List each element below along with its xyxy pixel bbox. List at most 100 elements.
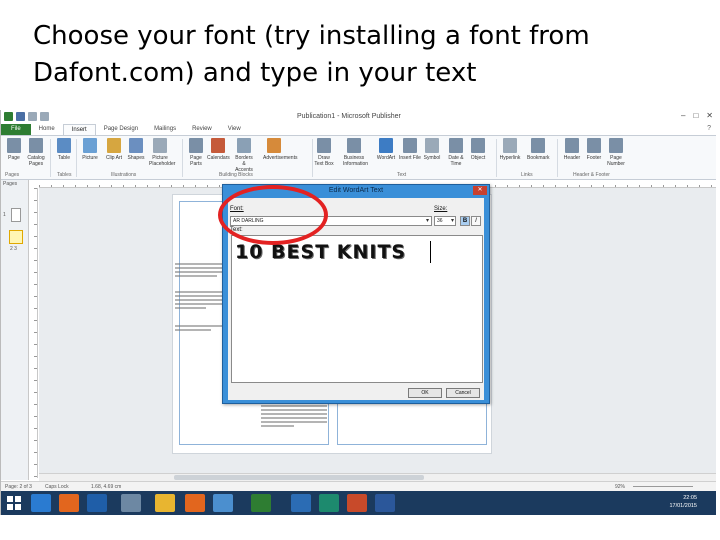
ribbon-button-label: Object <box>470 155 486 161</box>
page-number-1: 1 <box>3 212 6 218</box>
ribbon-button-10[interactable]: Advertisements <box>263 138 297 161</box>
powerpoint-icon[interactable] <box>347 494 367 512</box>
ribbon-button-label: Page Parts <box>190 155 202 167</box>
status-bar: Page: 2 of 3 Caps Lock 1.68, 4.69 cm 92% <box>1 481 716 491</box>
ribbon-button-label: Symbol <box>423 155 441 161</box>
tab-mailings[interactable]: Mailings <box>146 124 184 135</box>
ribbon-button-icon <box>471 138 485 153</box>
tab-review[interactable]: Review <box>184 124 220 135</box>
windows-start-icon[interactable] <box>7 496 21 510</box>
ribbon-button-1[interactable]: Catalog Pages <box>25 138 47 167</box>
ribbon-button-label: Shapes <box>127 155 145 161</box>
ribbon-button-label: Borders & Accents <box>235 155 253 173</box>
file-explorer-icon[interactable] <box>155 494 175 512</box>
ribbon-button-label: Hyperlink <box>499 155 521 161</box>
redo-icon[interactable] <box>40 112 49 121</box>
ribbon-button-12[interactable]: Business Information <box>343 138 368 167</box>
ribbon-button-9[interactable]: Borders & Accents <box>233 138 255 173</box>
horizontal-scrollbar[interactable] <box>39 473 716 481</box>
firefox-2-icon[interactable] <box>185 494 205 512</box>
ok-button[interactable]: OK <box>408 388 442 398</box>
ribbon-button-icon <box>237 138 251 153</box>
ribbon-button-icon <box>503 138 517 153</box>
system-clock[interactable]: 22:05 17/01/2015 <box>669 494 697 510</box>
size-dropdown[interactable]: 36 ▾ <box>434 216 456 226</box>
internet-explorer-icon[interactable] <box>31 494 51 512</box>
close-button[interactable]: ✕ <box>706 111 713 120</box>
ribbon-button-6[interactable]: Picture Placeholder <box>149 138 175 167</box>
ribbon-button-icon <box>425 138 439 153</box>
page-thumbnail-2-3[interactable] <box>9 230 23 244</box>
status-zoom: 92% <box>615 484 626 490</box>
ribbon-button-icon <box>587 138 601 153</box>
publisher-app-icon <box>4 112 13 121</box>
save-icon[interactable] <box>16 112 25 121</box>
ribbon-button-icon <box>531 138 545 153</box>
ribbon-button-18[interactable]: Hyperlink <box>499 138 521 161</box>
tab-home[interactable]: Home <box>31 124 63 135</box>
body-text-block-1[interactable] <box>175 263 227 279</box>
calculator-icon[interactable] <box>121 494 141 512</box>
ribbon-separator <box>312 139 313 177</box>
ribbon-tabs: File Home Insert Page Design Mailings Re… <box>1 124 716 136</box>
outlook-icon[interactable] <box>291 494 311 512</box>
body-text-block-2[interactable] <box>175 291 227 311</box>
ribbon-button-8[interactable]: Calendars <box>207 138 230 161</box>
ribbon-button-11[interactable]: Draw Text Box <box>313 138 335 167</box>
tab-view[interactable]: View <box>220 124 249 135</box>
ribbon-button-label: Advertisements <box>263 155 298 161</box>
maximize-button[interactable]: □ <box>693 111 698 120</box>
ribbon-button-22[interactable]: Page Number <box>605 138 627 167</box>
ribbon-button-3[interactable]: Picture <box>79 138 101 161</box>
scrollbar-thumb[interactable] <box>174 475 424 480</box>
firefox-icon[interactable] <box>59 494 79 512</box>
ribbon-button-16[interactable]: Date & Time <box>445 138 467 167</box>
ribbon-button-14[interactable]: Insert File <box>399 138 421 161</box>
publisher-screenshot: Publication1 - Microsoft Publisher – □ ✕… <box>0 110 716 515</box>
ribbon-button-2[interactable]: Table <box>53 138 75 161</box>
ribbon-button-label: Page <box>8 155 20 161</box>
paint-icon[interactable] <box>213 494 233 512</box>
publisher-icon[interactable] <box>319 494 339 512</box>
italic-button[interactable]: I <box>471 216 481 226</box>
ribbon-button-0[interactable]: Page <box>3 138 25 161</box>
wordart-text-input[interactable]: 10 BEST KNITS <box>231 235 483 383</box>
cancel-button[interactable]: Cancel <box>446 388 480 398</box>
body-text-block-3[interactable] <box>175 325 227 333</box>
hp-icon[interactable] <box>87 494 107 512</box>
tab-insert[interactable]: Insert <box>62 124 96 135</box>
ribbon-button-7[interactable]: Page Parts <box>185 138 207 167</box>
ribbon-separator <box>557 139 558 177</box>
page-thumbnail-1[interactable] <box>11 208 21 222</box>
word-icon[interactable] <box>375 494 395 512</box>
ribbon-button-20[interactable]: Header <box>561 138 583 161</box>
ribbon-button-13[interactable]: WordArt <box>375 138 397 161</box>
ribbon-button-icon <box>211 138 225 153</box>
ribbon-button-21[interactable]: Footer <box>583 138 605 161</box>
dialog-close-button[interactable]: ✕ <box>473 186 487 195</box>
group-label-building-blocks: Building Blocks <box>219 172 253 178</box>
ribbon-button-17[interactable]: Object <box>467 138 489 161</box>
minimize-button[interactable]: – <box>681 111 685 120</box>
tab-file[interactable]: File <box>1 124 31 135</box>
status-cursor-position: 1.68, 4.69 cm <box>91 484 122 490</box>
vertical-ruler <box>29 188 38 478</box>
bold-button[interactable]: B <box>460 216 470 226</box>
ribbon-button-19[interactable]: Bookmark <box>527 138 550 161</box>
ribbon-separator <box>182 139 183 177</box>
group-label-links: Links <box>521 172 533 178</box>
ribbon-button-icon <box>7 138 21 153</box>
ribbon-button-15[interactable]: Symbol <box>421 138 443 161</box>
ribbon-button-icon <box>83 138 97 153</box>
undo-icon[interactable] <box>28 112 37 121</box>
ribbon-button-5[interactable]: Shapes <box>125 138 147 161</box>
tab-page-design[interactable]: Page Design <box>96 124 146 135</box>
excel-icon[interactable] <box>251 494 271 512</box>
help-icon[interactable]: ? <box>701 124 716 135</box>
zoom-slider[interactable] <box>633 486 693 487</box>
ribbon-button-label: Page Number <box>607 155 625 167</box>
chevron-down-icon: ▾ <box>425 218 429 224</box>
group-label-header-footer: Header & Footer <box>573 172 610 178</box>
ribbon-button-4[interactable]: Clip Art <box>103 138 125 161</box>
ribbon-button-label: Insert File <box>399 155 421 161</box>
